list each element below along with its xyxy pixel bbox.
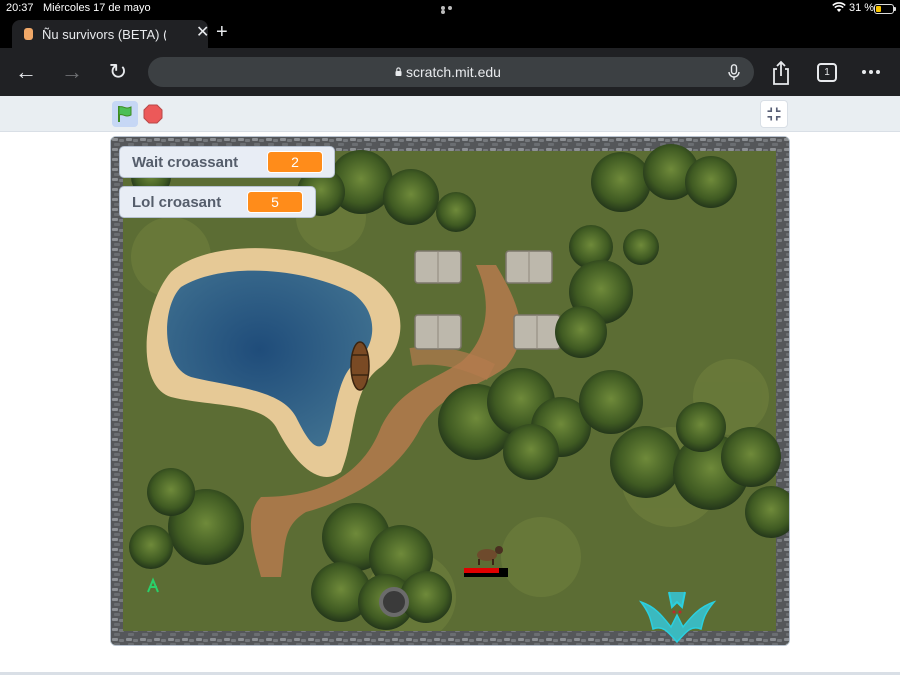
monitor-label: Lol croasant [132, 194, 222, 211]
exit-fullscreen-icon[interactable] [760, 100, 788, 128]
new-tab-plus-icon[interactable]: + [216, 22, 234, 42]
monitor-value: 2 [267, 151, 323, 173]
more-options-icon[interactable] [862, 70, 884, 75]
health-fill [464, 568, 500, 573]
scratch-controls [0, 96, 900, 132]
reload-icon[interactable]: ↻ [105, 60, 131, 86]
battery-percent: 31 % [849, 2, 875, 14]
ios-status-bar: 20:37 Miércoles 17 de mayo 31 % [0, 0, 900, 18]
share-icon[interactable] [770, 60, 792, 86]
browser-tab[interactable]: Ñu survivors (BETA) (W.I ✕ [12, 20, 209, 48]
scratch-stage[interactable]: Wait croassant 2 Lol croasant 5 [110, 136, 790, 646]
browser-toolbar: ← → ↻ scratch.mit.edu 1 [0, 48, 900, 96]
close-tab-icon[interactable]: ✕ [196, 25, 212, 41]
tab-title: Ñu survivors (BETA) (W.I [42, 27, 166, 42]
battery-icon [874, 4, 896, 14]
address-bar[interactable]: scratch.mit.edu [148, 57, 754, 87]
lock-icon [395, 67, 402, 76]
tab-strip: Ñu survivors (BETA) (W.I ✕ + [0, 18, 900, 48]
scratch-favicon-icon [24, 28, 33, 40]
green-flag-icon[interactable] [112, 101, 138, 127]
monitor-label: Wait croassant [132, 154, 239, 171]
tab-count-button[interactable]: 1 [817, 63, 837, 82]
variable-monitor-lol-croasant[interactable]: Lol croasant 5 [119, 186, 316, 218]
monitor-value: 5 [247, 191, 303, 213]
forward-arrow-icon[interactable]: → [59, 60, 85, 86]
player-health-bar [464, 568, 508, 577]
stop-sign-icon[interactable] [143, 104, 163, 124]
wifi-icon [832, 2, 846, 12]
status-date: Miércoles 17 de mayo [43, 2, 151, 14]
microphone-icon[interactable] [728, 64, 740, 81]
url-text: scratch.mit.edu [406, 64, 501, 80]
back-arrow-icon[interactable]: ← [13, 60, 39, 86]
variable-monitor-wait-croassant[interactable]: Wait croassant 2 [119, 146, 335, 178]
multitasking-dots-icon[interactable] [441, 6, 461, 14]
status-time: 20:37 [6, 2, 34, 14]
